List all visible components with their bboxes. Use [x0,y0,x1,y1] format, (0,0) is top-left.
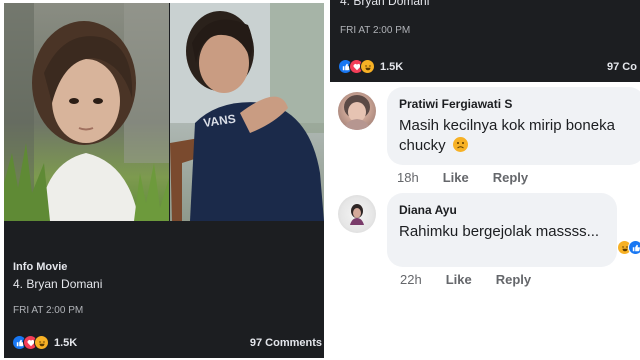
comment-author[interactable]: Pratiwi Fergiawati S [399,97,633,111]
comment-bubble: Diana Ayu Rahimku bergejolak massss... [387,193,617,267]
reaction-summary[interactable]: 1.5K [12,335,77,350]
comments-count-link[interactable]: 97 Co [607,61,637,73]
post-title: Info Movie [13,261,68,273]
child-actor-photo[interactable] [4,3,169,221]
comment-author[interactable]: Diana Ayu [399,203,605,217]
comment-body: Masih kecilnya kok mirip boneka chucky [399,117,615,154]
commenter-avatar[interactable] [338,195,376,233]
avatar-illustration [350,204,364,225]
comment-body: Rahimku bergejolak massss... [399,223,600,240]
comment-reaction-summary[interactable] [617,240,640,255]
comment-bubble: Pratiwi Fergiawati S Masih kecilnya kok … [387,87,640,165]
reaction-count: 1.5K [54,336,78,349]
adult-photo-illustration: VANS [170,3,324,221]
like-button[interactable]: Like [446,272,472,287]
haha-reaction-icon [34,335,49,350]
post-timestamp[interactable]: FRI AT 2:00 PM [13,305,83,316]
sad-emoji-icon [452,137,468,152]
post-subtitle: 4. Bryan Domani [13,277,103,291]
comment-actions: 18h Like Reply [397,170,528,185]
adult-actor-photo[interactable]: VANS [170,3,324,221]
commenter-avatar[interactable] [338,92,376,130]
comment-time: 18h [397,170,419,185]
reply-button[interactable]: Reply [493,170,528,185]
reply-button[interactable]: Reply [496,272,531,287]
reaction-summary[interactable]: 1.5K [338,59,403,74]
like-button[interactable]: Like [443,170,469,185]
right-post-card: 4. Bryan Domani FRI AT 2:00 PM 1.5K 97 C… [330,0,640,82]
haha-reaction-icon [360,59,375,74]
comment-text: Masih kecilnya kok mirip boneka chucky [399,116,633,156]
child-photo-illustration [4,3,169,221]
comment-time: 22h [400,272,422,287]
left-post-card: VANS Info Movie 4. Bryan Domani FRI AT 2… [4,3,324,358]
comments-count-link[interactable]: 97 Comments [250,337,322,349]
like-reaction-icon [628,240,640,255]
comment-actions: 22h Like Reply [400,272,531,287]
post-timestamp[interactable]: FRI AT 2:00 PM [340,25,410,36]
avatar-illustration [344,95,370,130]
post-subtitle: 4. Bryan Domani [340,0,430,8]
reaction-count: 1.5K [380,60,404,73]
